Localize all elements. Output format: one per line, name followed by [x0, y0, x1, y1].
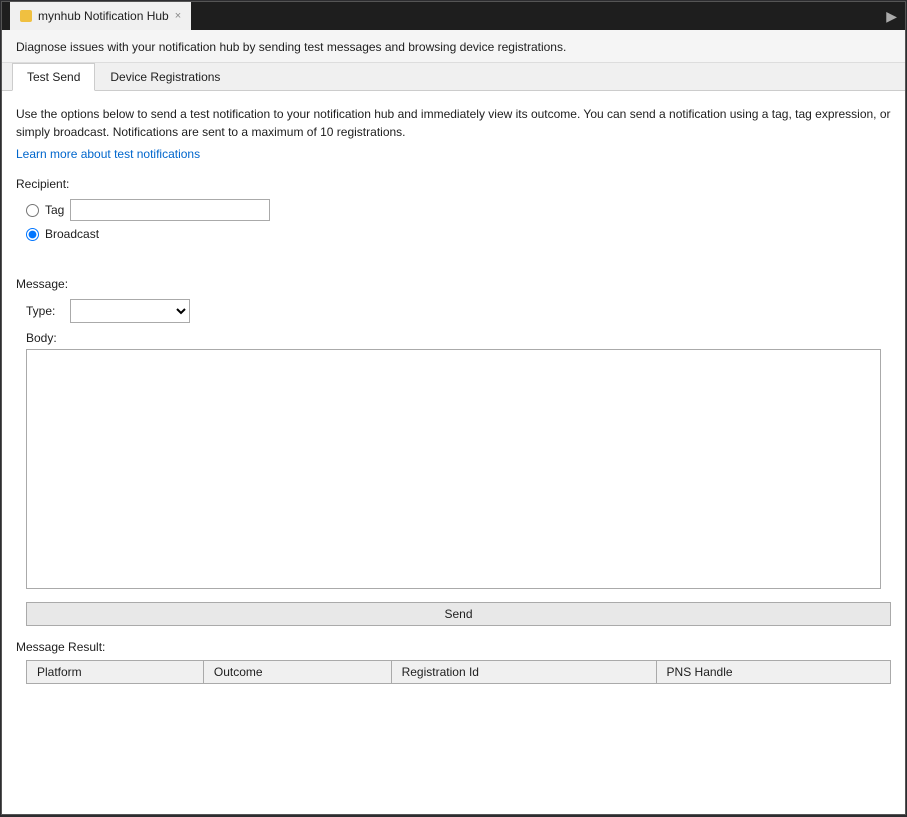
type-label: Type: — [26, 304, 62, 318]
result-table-head: Platform Outcome Registration Id PNS Han… — [27, 661, 891, 684]
message-section: Message: Type: Windows Apple Google Amaz… — [16, 261, 891, 592]
send-button[interactable]: Send — [26, 602, 891, 626]
description-text: Diagnose issues with your notification h… — [16, 40, 566, 54]
col-pns-handle: PNS Handle — [656, 661, 890, 684]
learn-more-link[interactable]: Learn more about test notifications — [16, 147, 891, 161]
recipient-section: Tag Broadcast — [26, 199, 891, 247]
close-button[interactable]: × — [175, 10, 181, 22]
tab-device-registrations[interactable]: Device Registrations — [95, 63, 235, 91]
scroll-arrow: ▶ — [886, 8, 897, 25]
tab-icon — [20, 10, 32, 22]
tag-radio-label: Tag — [45, 203, 64, 217]
main-window: mynhub Notification Hub × ▶ Diagnose iss… — [1, 1, 906, 815]
message-result-section: Message Result: Platform Outcome Registr… — [16, 640, 891, 684]
tab-test-send[interactable]: Test Send — [12, 63, 95, 91]
col-registration-id: Registration Id — [391, 661, 656, 684]
tag-input[interactable] — [70, 199, 270, 221]
broadcast-radio-row: Broadcast — [26, 227, 891, 241]
message-result-label: Message Result: — [16, 640, 891, 654]
type-row: Type: Windows Apple Google Amazon — [26, 299, 891, 323]
col-outcome: Outcome — [203, 661, 391, 684]
tabs-row: Test Send Device Registrations — [2, 63, 905, 91]
body-textarea[interactable] — [26, 349, 881, 589]
broadcast-radio[interactable] — [26, 228, 39, 241]
broadcast-radio-label: Broadcast — [45, 227, 99, 241]
tab-device-registrations-label: Device Registrations — [110, 70, 220, 84]
main-panel: Use the options below to send a test not… — [2, 91, 905, 814]
title-bar: mynhub Notification Hub × ▶ — [2, 2, 905, 30]
content-area: Diagnose issues with your notification h… — [2, 30, 905, 814]
description-bar: Diagnose issues with your notification h… — [2, 30, 905, 63]
recipient-label: Recipient: — [16, 177, 891, 191]
col-platform: Platform — [27, 661, 204, 684]
tag-radio-row: Tag — [26, 199, 891, 221]
body-label: Body: — [26, 331, 891, 345]
message-label: Message: — [16, 277, 891, 291]
tag-radio[interactable] — [26, 204, 39, 217]
type-select[interactable]: Windows Apple Google Amazon — [70, 299, 190, 323]
result-table-header-row: Platform Outcome Registration Id PNS Han… — [27, 661, 891, 684]
tab-test-send-label: Test Send — [27, 70, 80, 84]
tab-title: mynhub Notification Hub — [38, 9, 169, 23]
title-tab[interactable]: mynhub Notification Hub × — [10, 2, 191, 30]
info-text: Use the options below to send a test not… — [16, 105, 891, 141]
result-table: Platform Outcome Registration Id PNS Han… — [26, 660, 891, 684]
